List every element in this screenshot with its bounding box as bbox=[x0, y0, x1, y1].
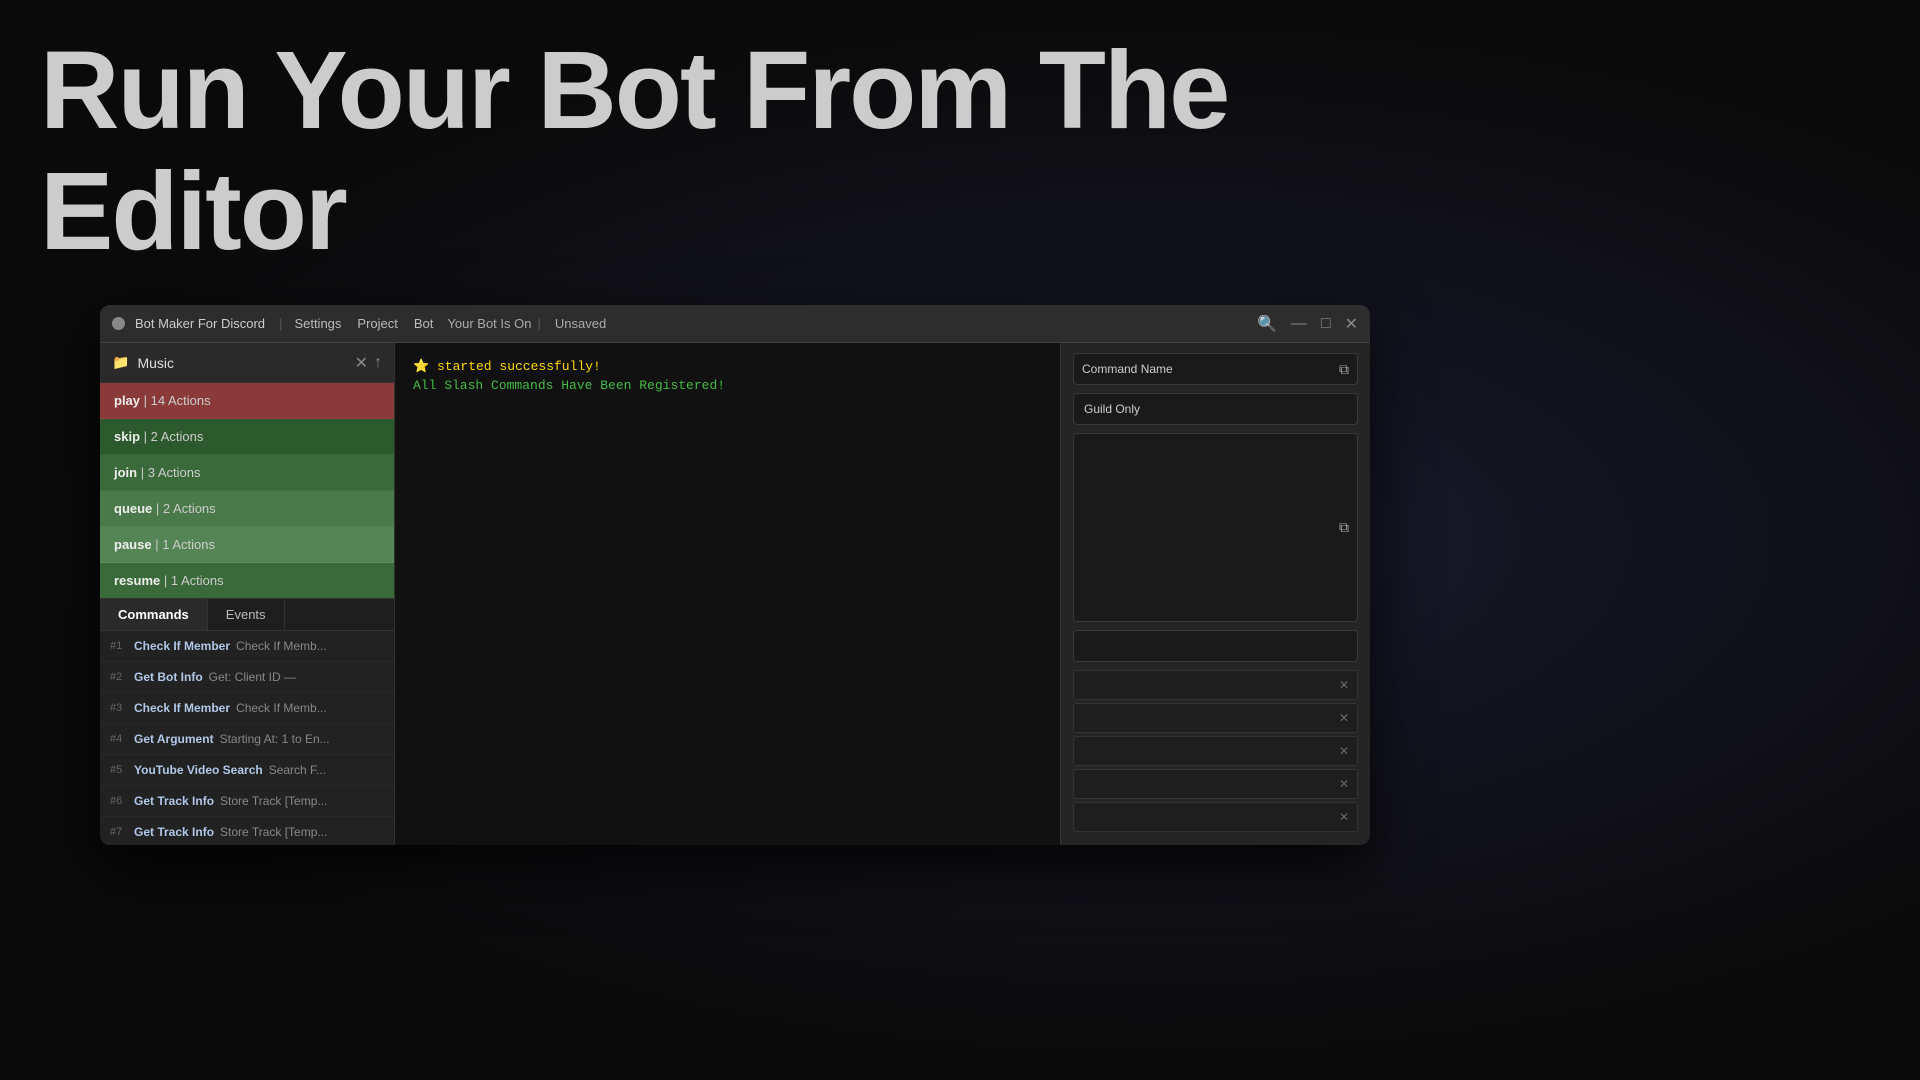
command-item-resume[interactable]: resume | 1 Actions bbox=[100, 563, 394, 598]
action-item[interactable]: #6 Get Track Info Store Track [Temp... bbox=[100, 786, 394, 817]
tab-commands[interactable]: Commands bbox=[100, 599, 208, 630]
action-num: #3 bbox=[110, 702, 134, 714]
action-item[interactable]: #2 Get Bot Info Get: Client ID — bbox=[100, 662, 394, 693]
action-item[interactable]: #5 YouTube Video Search Search F... bbox=[100, 755, 394, 786]
action-num: #5 bbox=[110, 764, 134, 776]
action-detail: Store Track [Temp... bbox=[220, 794, 327, 808]
action-num: #1 bbox=[110, 640, 134, 652]
extra-field-2 bbox=[1073, 630, 1358, 662]
tabs-bar: Commands Events bbox=[100, 598, 394, 631]
right-panel: Command Name ⧉ Guild Only ⧉ ✕ ✕ ✕ ✕ ✕ bbox=[1060, 343, 1370, 845]
command-item-queue[interactable]: queue | 2 Actions bbox=[100, 491, 394, 527]
app-window: Bot Maker For Discord | Settings Project… bbox=[100, 305, 1370, 845]
search-icon[interactable]: 🔍 bbox=[1257, 314, 1277, 334]
action-detail: Starting At: 1 to En... bbox=[220, 732, 330, 746]
window-dot bbox=[112, 317, 125, 330]
main-content: 📁 Music ✕ ↑ play | 14 Actionsskip | 2 Ac… bbox=[100, 343, 1370, 845]
command-name-section: Command Name ⧉ bbox=[1073, 353, 1358, 385]
left-panel: 📁 Music ✕ ↑ play | 14 Actionsskip | 2 Ac… bbox=[100, 343, 395, 845]
param-row: ✕ bbox=[1073, 769, 1358, 799]
param-close-btn[interactable]: ✕ bbox=[1339, 777, 1349, 791]
param-rows: ✕ ✕ ✕ ✕ ✕ bbox=[1073, 670, 1358, 835]
title-bar: Bot Maker For Discord | Settings Project… bbox=[100, 305, 1370, 343]
window-controls: 🔍 — □ ✕ bbox=[1257, 314, 1358, 334]
tab-events[interactable]: Events bbox=[208, 599, 285, 630]
action-detail: Check If Memb... bbox=[236, 701, 327, 715]
action-name: Check If Member bbox=[134, 701, 230, 715]
action-name: Get Track Info bbox=[134, 794, 214, 808]
up-folder-btn[interactable]: ↑ bbox=[374, 354, 382, 372]
action-name: Check If Member bbox=[134, 639, 230, 653]
terminal-area: ⭐ started successfully! All Slash Comman… bbox=[395, 343, 1060, 845]
command-item-play[interactable]: play | 14 Actions bbox=[100, 383, 394, 419]
action-num: #2 bbox=[110, 671, 134, 683]
param-row: ✕ bbox=[1073, 736, 1358, 766]
folder-name: Music bbox=[137, 355, 348, 371]
nav-bot[interactable]: Bot bbox=[408, 314, 440, 333]
action-detail: Store Track [Temp... bbox=[220, 825, 327, 839]
param-row: ✕ bbox=[1073, 670, 1358, 700]
action-num: #7 bbox=[110, 826, 134, 838]
terminal-line-2: All Slash Commands Have Been Registered! bbox=[413, 378, 1042, 393]
action-name: Get Bot Info bbox=[134, 670, 203, 684]
minimize-icon[interactable]: — bbox=[1291, 315, 1307, 333]
extra-field-icon[interactable]: ⧉ bbox=[1339, 519, 1349, 536]
action-name: YouTube Video Search bbox=[134, 763, 263, 777]
guild-only-field[interactable]: Guild Only bbox=[1073, 393, 1358, 425]
sep2: | bbox=[537, 316, 540, 331]
extra-field[interactable]: ⧉ bbox=[1073, 433, 1358, 622]
hero-title: Run Your Bot From The Editor bbox=[40, 30, 1228, 272]
nav-settings[interactable]: Settings bbox=[288, 314, 347, 333]
action-detail: Get: Client ID — bbox=[209, 670, 296, 684]
action-detail: Check If Memb... bbox=[236, 639, 327, 653]
action-num: #6 bbox=[110, 795, 134, 807]
param-close-btn[interactable]: ✕ bbox=[1339, 810, 1349, 824]
action-detail: Search F... bbox=[269, 763, 326, 777]
terminal-line-1: ⭐ started successfully! bbox=[413, 359, 1042, 374]
action-item[interactable]: #1 Check If Member Check If Memb... bbox=[100, 631, 394, 662]
close-icon[interactable]: ✕ bbox=[1345, 314, 1358, 334]
app-name-label: Bot Maker For Discord bbox=[135, 316, 265, 331]
command-name-field[interactable]: Command Name ⧉ bbox=[1073, 353, 1358, 385]
command-name-edit-icon[interactable]: ⧉ bbox=[1339, 361, 1349, 378]
param-close-btn[interactable]: ✕ bbox=[1339, 744, 1349, 758]
action-num: #4 bbox=[110, 733, 134, 745]
action-item[interactable]: #7 Get Track Info Store Track [Temp... bbox=[100, 817, 394, 846]
command-item-skip[interactable]: skip | 2 Actions bbox=[100, 419, 394, 455]
action-name: Get Argument bbox=[134, 732, 214, 746]
command-list: play | 14 Actionsskip | 2 Actionsjoin | … bbox=[100, 383, 394, 598]
hero-section: Run Your Bot From The Editor bbox=[40, 30, 1228, 272]
unsaved-status: Unsaved bbox=[555, 316, 606, 331]
folder-header: 📁 Music ✕ ↑ bbox=[100, 343, 394, 383]
command-item-join[interactable]: join | 3 Actions bbox=[100, 455, 394, 491]
action-item[interactable]: #3 Check If Member Check If Memb... bbox=[100, 693, 394, 724]
maximize-icon[interactable]: □ bbox=[1321, 315, 1331, 333]
action-item[interactable]: #4 Get Argument Starting At: 1 to En... bbox=[100, 724, 394, 755]
param-row: ✕ bbox=[1073, 802, 1358, 832]
title-bar-nav: Settings Project Bot bbox=[288, 314, 439, 333]
param-close-btn[interactable]: ✕ bbox=[1339, 678, 1349, 692]
nav-project[interactable]: Project bbox=[351, 314, 403, 333]
command-name-row: Command Name ⧉ bbox=[1073, 353, 1358, 385]
param-row: ✕ bbox=[1073, 703, 1358, 733]
folder-icon: 📁 bbox=[112, 354, 129, 371]
sep1: | bbox=[279, 316, 282, 331]
param-close-btn[interactable]: ✕ bbox=[1339, 711, 1349, 725]
bot-status: Your Bot Is On bbox=[447, 316, 531, 331]
action-name: Get Track Info bbox=[134, 825, 214, 839]
command-name-label: Command Name bbox=[1082, 362, 1173, 376]
close-folder-btn[interactable]: ✕ bbox=[355, 353, 368, 373]
command-item-pause[interactable]: pause | 1 Actions bbox=[100, 527, 394, 563]
center-panel: ⭐ started successfully! All Slash Comman… bbox=[395, 343, 1060, 845]
actions-list: #1 Check If Member Check If Memb...#2 Ge… bbox=[100, 631, 394, 846]
